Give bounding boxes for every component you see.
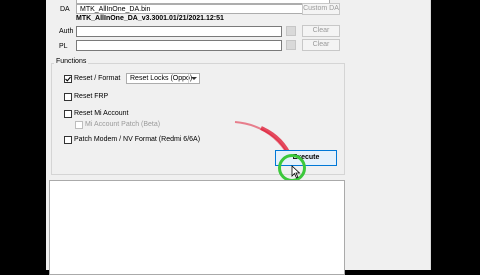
auth-label: Auth bbox=[59, 28, 74, 35]
mi-account-patch-label: Mi Account Patch (Beta) bbox=[85, 121, 161, 128]
mouse-cursor-icon bbox=[291, 165, 301, 179]
reset-frp-label: Reset FRP bbox=[74, 93, 109, 100]
da-file-select[interactable]: MTK_AllInOne_DA.bin bbox=[76, 4, 330, 14]
da-file-value: MTK_AllInOne_DA.bin bbox=[80, 6, 151, 13]
chevron-down-icon[interactable] bbox=[188, 74, 199, 83]
da-info-text: MTK_AllInOne_DA_v3.3001.01/21/2021.12:51 bbox=[76, 15, 224, 22]
pl-clear-button[interactable]: Clear bbox=[302, 39, 340, 51]
reset-mi-account-checkbox[interactable] bbox=[64, 110, 72, 118]
reset-format-label: Reset / Format bbox=[74, 75, 121, 82]
log-output[interactable] bbox=[49, 180, 345, 275]
custom-da-button[interactable]: Custom DA bbox=[302, 3, 340, 15]
reset-format-checkbox[interactable] bbox=[64, 75, 72, 83]
patch-modem-checkbox[interactable] bbox=[64, 136, 72, 144]
reset-mi-account-label: Reset Mi Account bbox=[74, 110, 129, 117]
reset-mode-value: Reset Locks (Oppo) bbox=[130, 75, 193, 82]
auth-clear-button[interactable]: Clear bbox=[302, 25, 340, 37]
main-panel: DA MTK_AllInOne_DA.bin Custom DA MTK_All… bbox=[46, 0, 431, 275]
mi-account-patch-checkbox[interactable] bbox=[75, 121, 83, 129]
patch-modem-label: Patch Modem / NV Format (Redmi 6/6A) bbox=[74, 136, 201, 143]
auth-browse-button[interactable] bbox=[286, 26, 296, 36]
pl-browse-button[interactable] bbox=[286, 40, 296, 50]
pl-field[interactable] bbox=[76, 40, 282, 51]
reset-frp-checkbox[interactable] bbox=[64, 93, 72, 101]
da-label: DA bbox=[60, 6, 70, 13]
reset-mode-select[interactable]: Reset Locks (Oppo) bbox=[126, 73, 200, 84]
pl-label: PL bbox=[59, 43, 68, 50]
check-icon bbox=[65, 76, 71, 82]
functions-group-title: Functions bbox=[54, 58, 89, 65]
auth-field[interactable] bbox=[76, 26, 282, 37]
